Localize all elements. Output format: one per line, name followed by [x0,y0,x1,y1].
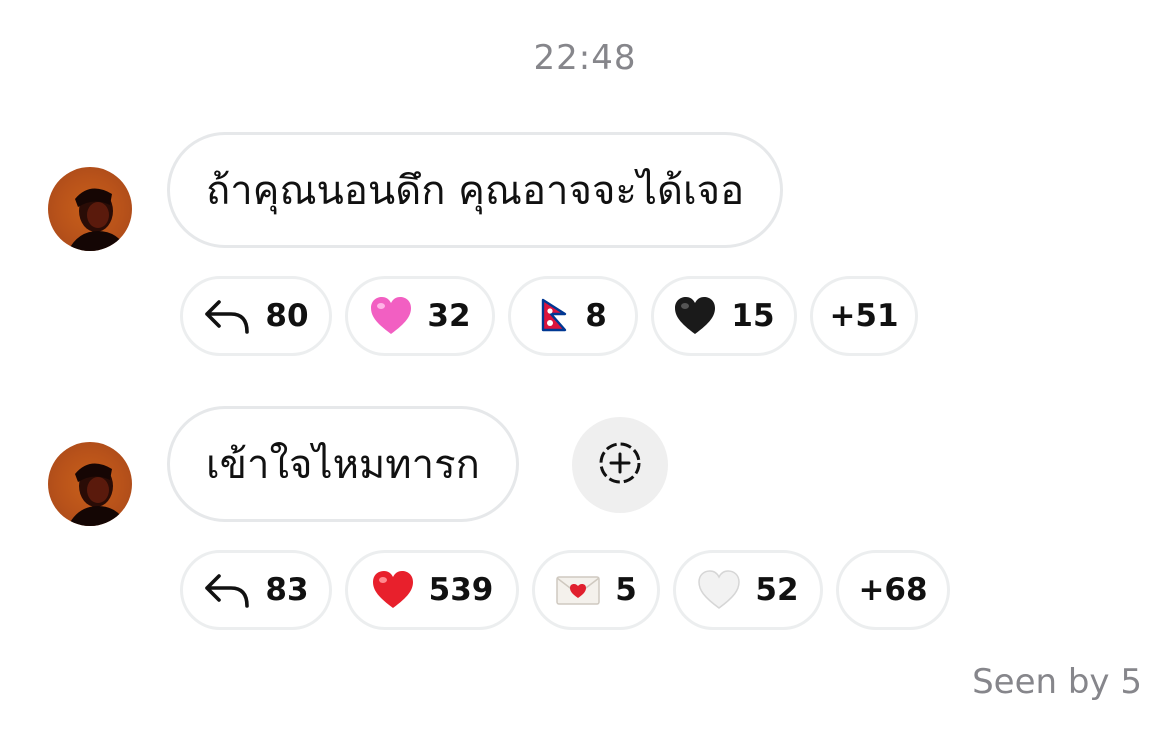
reply-count: 83 [265,572,309,608]
nepal-flag-icon [539,298,571,334]
seen-by-status[interactable]: Seen by 5 [972,662,1142,702]
message-timestamp: 22:48 [533,38,637,78]
message-bubble[interactable]: ถ้าคุณนอนดึก คุณอาจจะได้เจอ [167,132,784,248]
more-reactions-count: +68 [858,572,928,608]
sender-avatar[interactable] [48,167,132,251]
reaction-count: 52 [755,572,799,608]
more-reactions-pill[interactable]: +51 [810,276,918,356]
sender-avatar[interactable] [48,442,132,526]
reaction-pill[interactable]: 32 [345,276,495,356]
reaction-count: 5 [615,572,637,608]
reply-arrow-icon [203,572,251,608]
more-reactions-count: +51 [829,298,899,334]
reply-count-pill[interactable]: 80 [180,276,332,356]
reaction-pill[interactable]: 8 [508,276,638,356]
reaction-pill[interactable]: 15 [651,276,797,356]
red-heart-icon [371,570,415,610]
reaction-count: 539 [428,572,494,608]
reaction-pill[interactable]: 5 [532,550,660,630]
white-heart-icon [697,570,741,610]
reaction-count: 8 [585,298,607,334]
more-reactions-pill[interactable]: +68 [836,550,950,630]
reply-count: 80 [265,298,309,334]
message-text: เข้าใจไหมทารก [206,442,480,488]
black-heart-icon [673,296,717,336]
reaction-count: 32 [427,298,471,334]
reply-arrow-icon [203,298,251,334]
pink-heart-icon [369,296,413,336]
love-letter-icon [555,574,601,606]
add-reaction-button[interactable] [572,417,668,513]
message-bubble[interactable]: เข้าใจไหมทารก [167,406,519,522]
reply-count-pill[interactable]: 83 [180,550,332,630]
reaction-pill[interactable]: 539 [345,550,519,630]
message-text: ถ้าคุณนอนดึก คุณอาจจะได้เจอ [206,168,745,214]
reaction-pill[interactable]: 52 [673,550,823,630]
add-reaction-icon [596,439,644,491]
reaction-count: 15 [731,298,775,334]
